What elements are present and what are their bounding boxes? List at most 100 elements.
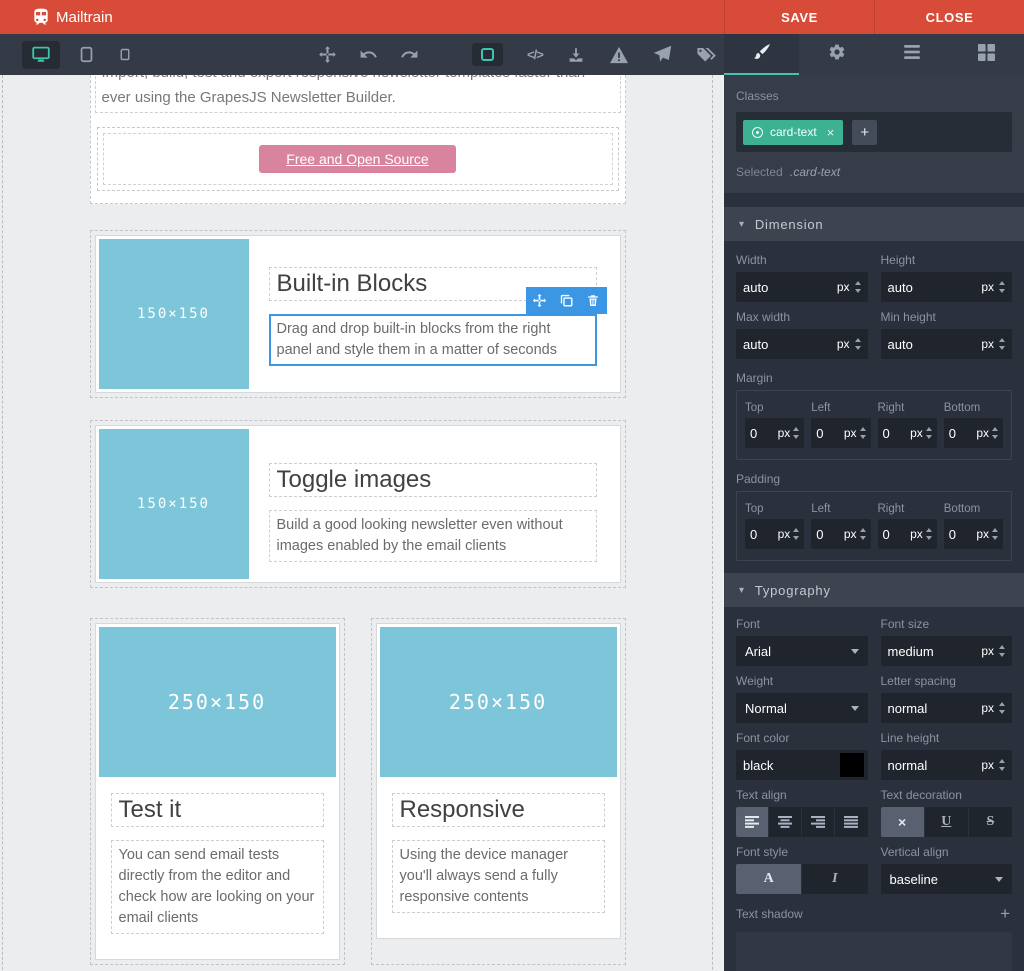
decoration-underline-button[interactable]: U [925, 807, 969, 837]
card-text[interactable]: Build a good looking newsletter even wit… [269, 510, 597, 562]
width-input[interactable]: auto px [736, 272, 868, 302]
padding-bottom-input[interactable]: 0 px [944, 519, 1003, 549]
align-center-icon[interactable] [769, 807, 802, 837]
warning-icon[interactable] [609, 46, 629, 64]
tab-layers[interactable] [874, 34, 949, 75]
redo-icon[interactable] [400, 45, 419, 64]
column-cell[interactable]: 250×150 Test it You can send email tests… [90, 618, 345, 965]
stepper-arrows[interactable] [855, 338, 861, 350]
image-placeholder[interactable]: 250×150 [380, 627, 617, 777]
card-text[interactable]: Using the device manager you'll always s… [392, 840, 605, 913]
font-color-input[interactable]: black [736, 750, 868, 780]
stepper-arrows[interactable] [860, 528, 866, 540]
text-shadow-list[interactable] [736, 932, 1012, 971]
import-icon[interactable] [567, 46, 585, 64]
stepper-arrows[interactable] [926, 427, 932, 439]
stepper-arrows[interactable] [999, 338, 1005, 350]
button-cell[interactable]: Free and Open Source [97, 127, 619, 191]
stepper-arrows[interactable] [999, 759, 1005, 771]
margin-right-input[interactable]: 0 px [878, 418, 937, 448]
card-title[interactable]: Test it [111, 793, 324, 827]
add-shadow-icon[interactable]: + [998, 904, 1012, 924]
card-title[interactable]: Responsive [392, 793, 605, 827]
max-width-input[interactable]: auto px [736, 329, 868, 359]
close-button[interactable]: CLOSE [874, 0, 1024, 34]
stepper-arrows[interactable] [992, 528, 998, 540]
weight-select[interactable]: Normal [736, 693, 868, 723]
clone-icon[interactable] [553, 287, 580, 314]
tab-style-manager[interactable] [724, 34, 799, 75]
card-built-in-blocks[interactable]: 150×150 Built-in Blocks [95, 235, 621, 393]
color-swatch[interactable] [840, 753, 864, 777]
style-normal-button[interactable]: A [736, 864, 802, 894]
trash-icon[interactable] [580, 287, 607, 314]
stepper-arrows[interactable] [855, 281, 861, 293]
card-cell[interactable]: 150×150 Toggle images Build a good looki… [90, 420, 626, 588]
tab-settings[interactable] [799, 34, 874, 75]
borders-toggle-icon[interactable] [472, 43, 503, 66]
stepper-arrows[interactable] [992, 427, 998, 439]
class-state-icon[interactable] [752, 127, 763, 138]
align-left-icon[interactable] [736, 807, 769, 837]
margin-left-input[interactable]: 0 px [811, 418, 870, 448]
padding-left-input[interactable]: 0 px [811, 519, 870, 549]
save-button[interactable]: SAVE [724, 0, 874, 34]
stepper-arrows[interactable] [793, 528, 799, 540]
decoration-strike-button[interactable]: S [969, 807, 1012, 837]
letter-spacing-input[interactable]: normal px [881, 693, 1013, 723]
card-text[interactable]: You can send email tests directly from t… [111, 840, 324, 934]
stepper-arrows[interactable] [793, 427, 799, 439]
vertical-align-select[interactable]: baseline [881, 864, 1013, 894]
padding-right-input[interactable]: 0 px [878, 519, 937, 549]
remove-class-icon[interactable]: × [827, 125, 835, 140]
image-placeholder[interactable]: 150×150 [99, 429, 249, 579]
editor-canvas[interactable]: Import, build, test and export responsiv… [0, 75, 724, 971]
stepper-arrows[interactable] [999, 645, 1005, 657]
min-height-input[interactable]: auto px [881, 329, 1013, 359]
margin-top-input[interactable]: 0 px [745, 418, 804, 448]
email-body-wrapper[interactable]: Import, build, test and export responsiv… [2, 75, 713, 971]
class-tag[interactable]: card-text × [743, 120, 843, 145]
move-icon[interactable] [526, 287, 553, 314]
image-placeholder[interactable]: 250×150 [99, 627, 336, 777]
stepper-arrows[interactable] [999, 702, 1005, 714]
move-icon[interactable] [318, 45, 337, 64]
height-input[interactable]: auto px [881, 272, 1013, 302]
image-placeholder[interactable]: 150×150 [99, 239, 249, 389]
intro-paragraph[interactable]: Import, build, test and export responsiv… [95, 75, 621, 113]
open-source-link-button[interactable]: Free and Open Source [259, 145, 455, 173]
tags-icon[interactable] [696, 46, 716, 64]
card-toggle-images[interactable]: 150×150 Toggle images Build a good looki… [95, 425, 621, 583]
font-size-input[interactable]: medium px [881, 636, 1013, 666]
margin-bottom-input[interactable]: 0 px [944, 418, 1003, 448]
tablet-icon[interactable] [72, 40, 101, 69]
card-text-selected[interactable]: Drag and drop built-in blocks from the r… [269, 314, 597, 366]
code-icon[interactable]: </> [527, 47, 543, 62]
section-header-dimension[interactable]: ▾ Dimension [724, 207, 1024, 241]
card-title[interactable]: Toggle images [269, 463, 597, 497]
align-justify-icon[interactable] [835, 807, 867, 837]
intro-section[interactable]: Import, build, test and export responsiv… [90, 75, 626, 204]
tab-blocks[interactable] [949, 34, 1024, 75]
style-italic-button[interactable]: I [802, 864, 867, 894]
undo-icon[interactable] [359, 45, 378, 64]
card-cell[interactable]: 150×150 Built-in Blocks [90, 230, 626, 398]
align-right-icon[interactable] [802, 807, 835, 837]
card-responsive[interactable]: 250×150 Responsive Using the device mana… [376, 623, 621, 939]
two-column-section[interactable]: 250×150 Test it You can send email tests… [90, 618, 626, 965]
font-select[interactable]: Arial [736, 636, 868, 666]
line-height-input[interactable]: normal px [881, 750, 1013, 780]
column-cell[interactable]: 250×150 Responsive Using the device mana… [371, 618, 626, 965]
mobile-icon[interactable] [113, 41, 137, 68]
class-tags-field[interactable]: card-text × + [736, 112, 1012, 152]
card-test-it[interactable]: 250×150 Test it You can send email tests… [95, 623, 340, 960]
add-class-button[interactable]: + [852, 120, 877, 145]
padding-top-input[interactable]: 0 px [745, 519, 804, 549]
decoration-none-button[interactable]: × [881, 807, 925, 837]
desktop-icon[interactable] [22, 41, 60, 69]
stepper-arrows[interactable] [926, 528, 932, 540]
stepper-arrows[interactable] [999, 281, 1005, 293]
stepper-arrows[interactable] [860, 427, 866, 439]
send-test-icon[interactable] [653, 45, 672, 64]
section-header-typography[interactable]: ▾ Typography [724, 573, 1024, 607]
